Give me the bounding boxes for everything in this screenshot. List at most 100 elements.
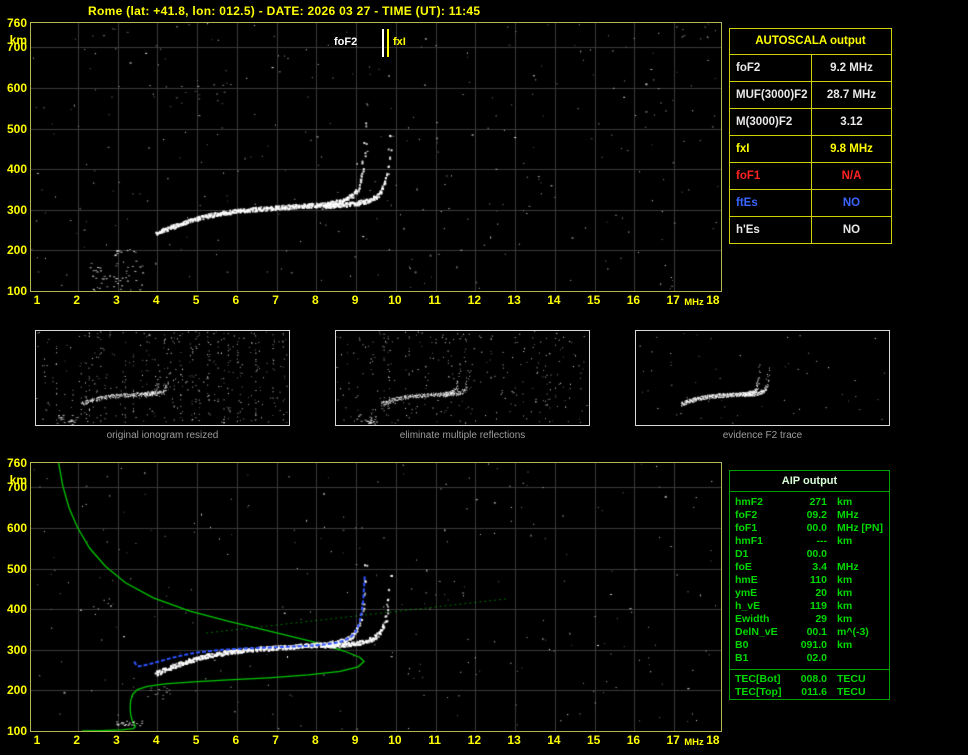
- thumbnail-evidence-f2: [635, 330, 890, 426]
- parameter-unit: [827, 652, 884, 665]
- aip-tec-rows: TEC[Bot] 008.0 TECU TEC[Top] 011.6 TECU: [730, 669, 889, 699]
- unit-text: km: [837, 535, 853, 547]
- parameter-unit: m^(-3): [827, 626, 884, 639]
- unit-text: km: [837, 587, 853, 599]
- unit-text: TECU: [837, 673, 866, 685]
- parameter-value: 110: [810, 574, 827, 586]
- parameter-unit: km: [827, 587, 884, 600]
- parameter-unit: km: [827, 574, 884, 587]
- parameter-label: DelN_vE: [735, 626, 778, 638]
- ionogram-plot-bottom: [30, 462, 722, 732]
- aip-row-delnve: DelN_vE 00.1 m^(-3): [730, 626, 889, 639]
- aip-table-title: AIP output: [730, 471, 889, 492]
- y-tick-label: 600: [6, 80, 27, 95]
- x-tick-label: 7: [272, 733, 279, 747]
- autoscala-row-fxi: fxI 9.8 MHz: [730, 135, 891, 162]
- thumbnail-eliminate-reflections: [335, 330, 590, 426]
- parameter-unit: km: [827, 613, 884, 626]
- parameter-value: NO: [842, 224, 861, 236]
- parameter-label: ymE: [735, 587, 758, 599]
- autoscala-row-muf3000f2: MUF(3000)F2 28.7 MHz: [730, 81, 891, 108]
- x-tick-label: 7: [272, 293, 279, 307]
- autoscala-row-fof1: foF1 N/A: [730, 162, 891, 189]
- aip-row-b1: B1 02.0: [730, 652, 889, 665]
- parameter-value: 008.0: [800, 673, 827, 685]
- page-title: Rome (lat: +41.8, lon: 012.5) - DATE: 20…: [88, 4, 481, 18]
- aip-row-b0: B0 091.0 km: [730, 639, 889, 652]
- parameter-value: 02.0: [806, 652, 827, 664]
- y-tick-label: 100: [6, 283, 27, 298]
- y-tick-label: 500: [6, 121, 27, 136]
- unit-text: MHz: [837, 522, 859, 534]
- x-tick-label: 9: [351, 293, 359, 307]
- parameter-label: M(3000)F2: [730, 109, 812, 135]
- aip-row-hmf1: hmF1 --- km: [730, 535, 889, 548]
- aip-row-yme: ymE 20 km: [730, 587, 889, 600]
- parameter-value: 20: [815, 587, 827, 599]
- x-tick-label: 11: [428, 293, 441, 307]
- parameter-unit: km: [827, 639, 884, 652]
- parameter-value: 00.1: [806, 626, 827, 638]
- parameter-value: 3.4: [812, 561, 827, 573]
- aip-row-tectop: TEC[Top] 011.6 TECU: [730, 686, 889, 699]
- parameter-label: foE: [735, 561, 752, 573]
- thumbnail-canvas-2: [336, 331, 589, 425]
- parameter-label: B0: [735, 639, 749, 651]
- parameter-value: 00.0: [806, 548, 827, 560]
- thumbnail-caption-1: original ionogram resized: [106, 430, 219, 441]
- ionogram-plot-top: foF2 fxI: [30, 22, 722, 292]
- x-tick-label: 14: [547, 293, 561, 307]
- x-tick-label: 2: [73, 293, 81, 307]
- unit-text: km: [837, 639, 853, 651]
- x-tick-label: 3: [113, 293, 120, 307]
- y-tick-label: 600: [6, 520, 27, 535]
- x-tick-label: 4: [152, 293, 160, 307]
- aip-row-hve: h_vE 119 km: [730, 600, 889, 613]
- aip-row-ewidth: Ewidth 29 km: [730, 613, 889, 626]
- unit-text: km: [837, 613, 853, 625]
- parameter-unit: km: [827, 535, 884, 548]
- parameter-value: 00.0: [806, 522, 827, 534]
- parameter-label: ftEs: [730, 190, 812, 216]
- aip-row-d1: D1 00.0: [730, 548, 889, 561]
- autoscala-row-m3000f2: M(3000)F2 3.12: [730, 108, 891, 135]
- unit-text: km: [837, 600, 853, 612]
- parameter-unit: km: [827, 496, 884, 509]
- thumbnail-canvas-1: [36, 331, 289, 425]
- parameter-value: 9.2 MHz: [830, 62, 873, 74]
- parameter-flag: [PN]: [861, 522, 883, 534]
- parameter-label: fxI: [730, 136, 812, 162]
- parameter-label: hmF2: [735, 496, 764, 508]
- y-tick-label: 760: [6, 456, 27, 470]
- x-tick-label: 5: [192, 293, 200, 307]
- fxI-marker-label: fxI: [393, 36, 406, 48]
- x-axis-unit: MHz: [684, 737, 704, 748]
- foF2-marker-label: foF2: [334, 36, 358, 48]
- x-tick-label: 14: [547, 733, 561, 747]
- foF2-marker-line: [382, 29, 384, 57]
- x-tick-label: 5: [192, 733, 200, 747]
- y-tick-label: 200: [6, 243, 27, 258]
- x-tick-label: 13: [507, 293, 521, 307]
- parameter-value: NO: [842, 197, 861, 209]
- x-tick-label: 4: [152, 733, 160, 747]
- parameter-value: 9.8 MHz: [830, 143, 873, 155]
- x-tick-label: 1: [33, 733, 41, 747]
- aip-row-foe: foE 3.4 MHz: [730, 561, 889, 574]
- x-tick-label: 8: [311, 733, 319, 747]
- parameter-label: foF2: [735, 509, 758, 521]
- parameter-label: h'Es: [730, 217, 812, 243]
- x-tick-label: 16: [626, 293, 641, 307]
- parameter-unit: MHz [PN]: [827, 522, 884, 535]
- y-tick-label: 300: [6, 202, 27, 217]
- parameter-value: 091.0: [800, 639, 827, 651]
- parameter-value: 011.6: [801, 686, 827, 698]
- unit-text: km: [837, 574, 853, 586]
- parameter-unit: km: [827, 600, 884, 613]
- y-axis-unit: km: [9, 473, 27, 487]
- parameter-label: B1: [735, 652, 749, 664]
- x-tick-label: 16: [626, 733, 641, 747]
- unit-text: MHz: [837, 561, 859, 573]
- aip-row-fof2: foF2 09.2 MHz: [730, 509, 889, 522]
- y-tick-label: 760: [6, 16, 27, 30]
